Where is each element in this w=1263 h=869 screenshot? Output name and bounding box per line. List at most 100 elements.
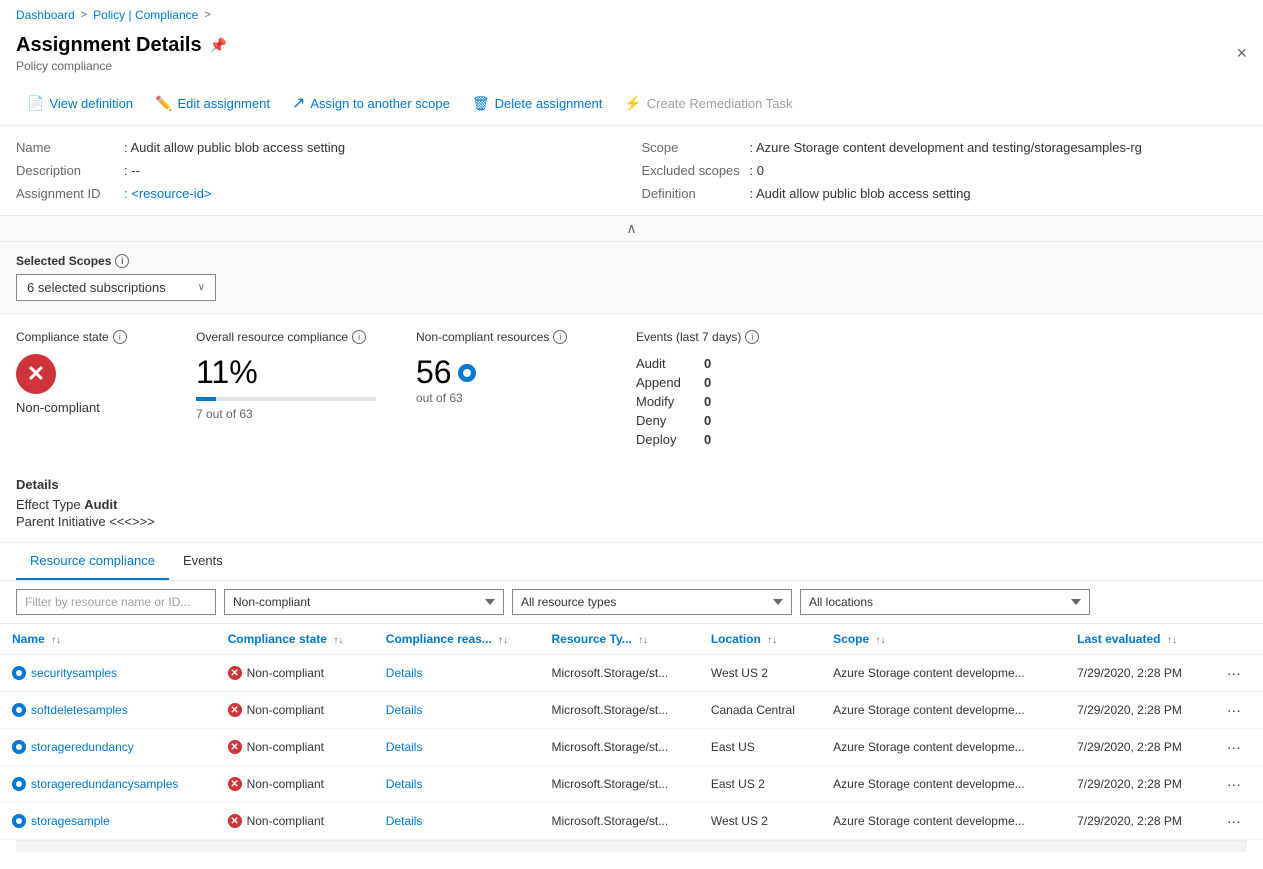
nc-badge-icon: ✕	[228, 777, 242, 791]
cell-name: softdeletesamples	[0, 692, 216, 729]
col-last-evaluated[interactable]: Last evaluated ↑↓	[1065, 624, 1211, 655]
cell-location: East US	[699, 729, 821, 766]
cell-last-evaluated: 7/29/2020, 2:28 PM	[1065, 729, 1211, 766]
effect-type-row: Effect Type Audit	[16, 496, 1247, 513]
cell-last-evaluated: 7/29/2020, 2:28 PM	[1065, 766, 1211, 803]
col-resource-type[interactable]: Resource Ty... ↑↓	[540, 624, 699, 655]
assign-scope-button[interactable]: ↗ Assign to another scope	[281, 87, 461, 119]
compliance-reason-link[interactable]: Details	[386, 814, 423, 828]
collapse-button[interactable]: ∧	[626, 220, 636, 237]
cell-compliance-state: ✕ Non-compliant	[216, 655, 374, 692]
cell-compliance-reason: Details	[374, 766, 540, 803]
close-button[interactable]: ×	[1236, 43, 1247, 64]
resource-icon	[12, 666, 26, 680]
scope-label: Selected Scopes i	[16, 254, 1247, 268]
delete-icon: 🗑	[472, 95, 490, 112]
cell-more: ···	[1211, 655, 1263, 692]
breadcrumb-policy-compliance[interactable]: Policy | Compliance	[93, 8, 198, 22]
pin-icon[interactable]: 📌	[210, 37, 227, 54]
edit-assignment-button[interactable]: ✏️ Edit assignment	[144, 89, 281, 118]
tabs: Resource compliance Events	[0, 543, 1263, 581]
breadcrumb-dashboard[interactable]: Dashboard	[16, 8, 75, 22]
resource-name-link[interactable]: storagesample	[31, 814, 110, 828]
scope-dropdown[interactable]: 6 selected subscriptions ∨	[16, 274, 216, 301]
tab-events[interactable]: Events	[169, 543, 237, 580]
scope-info-icon[interactable]: i	[115, 254, 129, 268]
detail-excluded-label: Excluded scopes	[642, 163, 742, 178]
cell-scope: Azure Storage content developme...	[821, 655, 1065, 692]
resource-table: Name ↑↓ Compliance state ↑↓ Compliance r…	[0, 624, 1263, 840]
scope-section: Selected Scopes i 6 selected subscriptio…	[0, 242, 1263, 314]
more-button[interactable]: ···	[1223, 663, 1245, 683]
overall-percent: 11%	[196, 354, 396, 391]
more-button[interactable]: ···	[1223, 737, 1245, 757]
detail-scope: Scope : Azure Storage content developmen…	[642, 138, 1248, 157]
cell-location: West US 2	[699, 655, 821, 692]
detail-id-value[interactable]: : <resource-id>	[124, 186, 211, 201]
resource-name-link[interactable]: storageredundancy	[31, 740, 134, 754]
cell-compliance-state: ✕ Non-compliant	[216, 803, 374, 840]
compliance-state-value: Non-compliant	[16, 400, 176, 415]
create-remediation-button[interactable]: ⚡ Create Remediation Task	[613, 89, 803, 118]
compliance-reason-link[interactable]: Details	[386, 703, 423, 717]
scope-chevron-icon: ∨	[198, 282, 205, 293]
breadcrumb-sep-2: >	[204, 9, 210, 21]
resource-name-link[interactable]: softdeletesamples	[31, 703, 128, 717]
event-name: Deny	[636, 413, 696, 428]
assign-scope-label: Assign to another scope	[310, 96, 449, 111]
view-definition-button[interactable]: 📄 View definition	[16, 89, 144, 118]
detail-scope-value: : Azure Storage content development and …	[750, 140, 1142, 155]
view-definition-icon: 📄	[27, 95, 44, 112]
event-row: Audit0	[636, 354, 1227, 373]
overall-info-icon[interactable]: i	[352, 330, 366, 344]
resource-name-link[interactable]: storageredundancysamples	[31, 777, 178, 791]
assign-scope-icon: ↗	[292, 93, 305, 113]
cell-last-evaluated: 7/29/2020, 2:28 PM	[1065, 692, 1211, 729]
col-compliance-reason[interactable]: Compliance reas... ↑↓	[374, 624, 540, 655]
event-row: Deny0	[636, 411, 1227, 430]
col-compliance-state[interactable]: Compliance state ↑↓	[216, 624, 374, 655]
delete-assignment-button[interactable]: 🗑 Delete assignment	[461, 89, 613, 118]
cell-name: storageredundancysamples	[0, 766, 216, 803]
compliance-reason-link[interactable]: Details	[386, 777, 423, 791]
overall-progress-sub: 7 out of 63	[196, 407, 396, 421]
location-filter[interactable]: All locations West US 2 East US Canada C…	[800, 589, 1090, 615]
resource-type-filter[interactable]: All resource types Microsoft.Storage/sto…	[512, 589, 792, 615]
more-button[interactable]: ···	[1223, 811, 1245, 831]
more-button[interactable]: ···	[1223, 774, 1245, 794]
cell-scope: Azure Storage content developme...	[821, 692, 1065, 729]
compliance-filter[interactable]: Non-compliant Compliant All	[224, 589, 504, 615]
cell-compliance-state: ✕ Non-compliant	[216, 692, 374, 729]
detail-name-value: : Audit allow public blob access setting	[124, 140, 345, 155]
details-section: Name : Audit allow public blob access se…	[0, 126, 1263, 216]
compliance-state-info-icon[interactable]: i	[113, 330, 127, 344]
overall-compliance-item: Overall resource compliance i 11% 7 out …	[196, 330, 416, 461]
table-row: softdeletesamples ✕ Non-compliant Detail…	[0, 692, 1263, 729]
event-row: Append0	[636, 373, 1227, 392]
col-location[interactable]: Location ↑↓	[699, 624, 821, 655]
cell-more: ···	[1211, 729, 1263, 766]
more-button[interactable]: ···	[1223, 700, 1245, 720]
search-input[interactable]	[16, 589, 216, 615]
delete-assignment-label: Delete assignment	[495, 96, 603, 111]
col-actions	[1211, 624, 1263, 655]
compliance-state-text: Non-compliant	[247, 814, 324, 828]
resource-name-link[interactable]: securitysamples	[31, 666, 117, 680]
non-compliant-icon: ✕	[16, 354, 56, 394]
col-scope[interactable]: Scope ↑↓	[821, 624, 1065, 655]
panel-subtitle: Policy compliance	[16, 59, 227, 73]
tab-resource-compliance[interactable]: Resource compliance	[16, 543, 169, 580]
compliance-reason-link[interactable]: Details	[386, 666, 423, 680]
compliance-reason-link[interactable]: Details	[386, 740, 423, 754]
events-list: Audit0Append0Modify0Deny0Deploy0	[636, 354, 1227, 449]
cell-name: securitysamples	[0, 655, 216, 692]
non-compliant-label: Non-compliant resources i	[416, 330, 616, 344]
non-compliant-info-icon[interactable]: i	[553, 330, 567, 344]
table-header: Name ↑↓ Compliance state ↑↓ Compliance r…	[0, 624, 1263, 655]
bottom-scrollbar[interactable]	[16, 840, 1247, 852]
event-count: 0	[704, 394, 711, 409]
col-name[interactable]: Name ↑↓	[0, 624, 216, 655]
main-panel: Dashboard > Policy | Compliance > Assign…	[0, 0, 1263, 869]
events-info-icon[interactable]: i	[745, 330, 759, 344]
detail-excluded-scopes: Excluded scopes : 0	[642, 161, 1248, 180]
